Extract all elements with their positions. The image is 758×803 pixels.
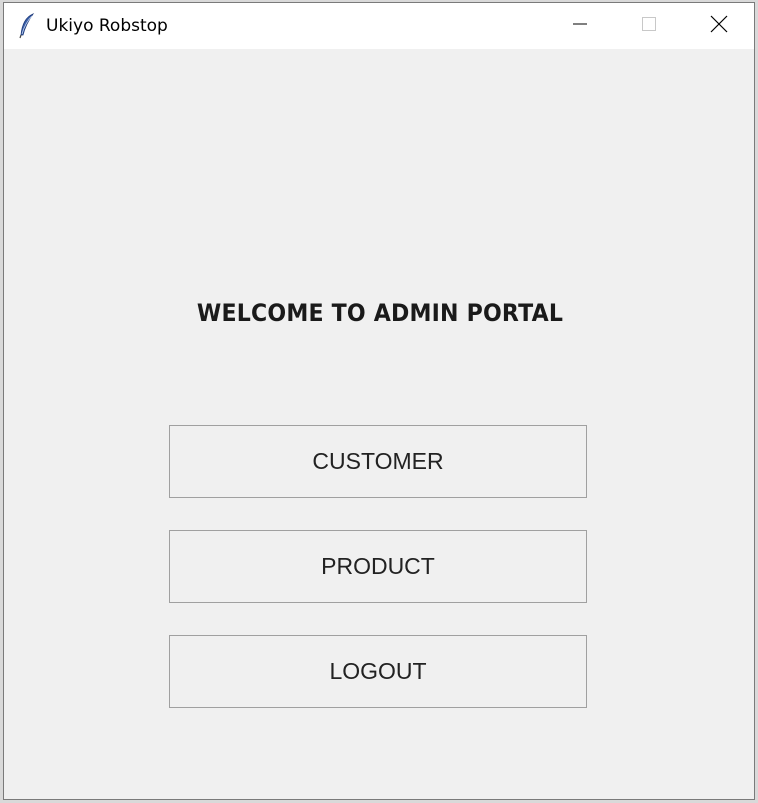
close-icon [710, 15, 728, 38]
close-button[interactable] [684, 3, 754, 49]
title-bar[interactable]: Ukiyo Robstop [4, 3, 754, 49]
main-content: WELCOME TO ADMIN PORTAL CUSTOMER PRODUCT… [4, 49, 754, 799]
product-button[interactable]: PRODUCT [169, 530, 587, 603]
desktop-background: Ukiyo Robstop WELCOME TO ADMIN PORTAL CU… [0, 0, 758, 803]
logout-button[interactable]: LOGOUT [169, 635, 587, 708]
app-window: Ukiyo Robstop WELCOME TO ADMIN PORTAL CU… [3, 2, 755, 800]
customer-button[interactable]: CUSTOMER [169, 425, 587, 498]
minimize-button[interactable] [545, 3, 615, 49]
page-title: WELCOME TO ADMIN PORTAL [196, 299, 564, 327]
feather-icon [18, 13, 36, 39]
minimize-icon [572, 16, 588, 37]
maximize-button[interactable] [614, 3, 684, 49]
window-title: Ukiyo Robstop [46, 16, 168, 36]
maximize-icon [641, 16, 657, 37]
